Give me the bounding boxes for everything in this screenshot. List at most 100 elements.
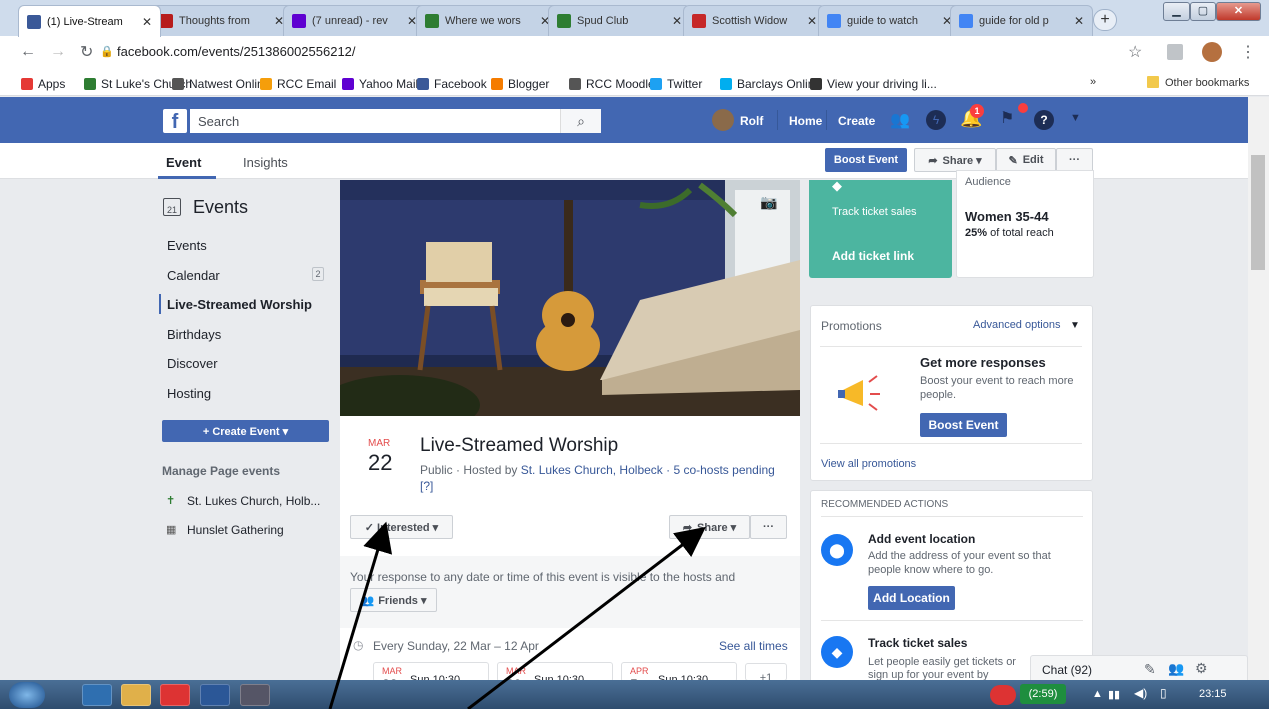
facebook-logo[interactable]: f: [163, 109, 187, 133]
bookmark-item[interactable]: Natwest Online: [172, 77, 270, 91]
page-hunslet-gathering[interactable]: Hunslet Gathering: [187, 523, 284, 537]
add-ticket-link[interactable]: Add ticket link: [832, 249, 914, 263]
create-link[interactable]: Create: [838, 114, 875, 128]
bookmark-item[interactable]: Apps: [21, 77, 65, 91]
home-link[interactable]: Home: [789, 114, 822, 128]
user-avatar[interactable]: [712, 109, 734, 131]
page-st-lukes[interactable]: St. Lukes Church, Holb...: [187, 494, 320, 508]
bookmark-item[interactable]: Twitter: [650, 77, 702, 91]
forward-icon[interactable]: →: [50, 43, 66, 61]
event-cover-photo[interactable]: 📷: [340, 180, 800, 416]
browser-tab[interactable]: Thoughts from ✕: [150, 5, 293, 36]
url-field[interactable]: facebook.com/events/251386002556212/: [117, 44, 356, 59]
bookmark-item[interactable]: Yahoo Mail: [342, 77, 418, 91]
browser-tab[interactable]: Where we wors ✕: [416, 5, 559, 36]
reload-icon[interactable]: ↻: [80, 42, 93, 62]
friends-audience-button[interactable]: 👥 Friends ▾: [350, 588, 437, 612]
see-all-times-link[interactable]: See all times: [719, 639, 788, 653]
profile-link[interactable]: Rolf: [740, 114, 763, 128]
help-icon[interactable]: ?: [1034, 110, 1054, 130]
close-tab-icon[interactable]: ✕: [142, 15, 152, 29]
bookmark-item[interactable]: Barclays Online: [720, 77, 821, 91]
browser-tab[interactable]: Scottish Widow ✕: [683, 5, 826, 36]
date-option-card[interactable]: MAR29Sun 10:30: [497, 662, 613, 682]
left-nav-calendar[interactable]: Calendar: [167, 268, 220, 283]
bookmark-item[interactable]: Blogger: [491, 77, 549, 91]
boost-event-button[interactable]: Boost Event: [825, 148, 907, 172]
view-all-promotions-link[interactable]: View all promotions: [821, 458, 916, 470]
friend-requests-icon[interactable]: 👥: [890, 110, 910, 130]
event-more-button[interactable]: ···: [750, 515, 787, 539]
date-option-card[interactable]: MAR22Sun 10:30: [373, 662, 489, 682]
scrollbar-thumb[interactable]: [1251, 155, 1265, 270]
add-location-body: Add the address of your event so that pe…: [868, 550, 1051, 576]
new-message-icon[interactable]: ✎: [1144, 661, 1156, 678]
bookmark-star-icon[interactable]: ☆: [1128, 42, 1142, 62]
create-event-button[interactable]: + Create Event ▾: [162, 420, 329, 442]
left-nav-discover[interactable]: Discover: [167, 356, 218, 371]
left-nav-events[interactable]: Events: [167, 238, 207, 253]
left-nav-hosting[interactable]: Hosting: [167, 386, 211, 401]
close-tab-icon[interactable]: ✕: [1074, 14, 1084, 28]
promo-boost-button[interactable]: Boost Event: [920, 413, 1007, 437]
share-button[interactable]: ➦ Share ▾: [914, 148, 996, 172]
ticket-card[interactable]: [809, 180, 952, 278]
battery-time[interactable]: (2:59): [1020, 684, 1066, 704]
bookmark-item[interactable]: RCC Email: [260, 77, 336, 91]
back-icon[interactable]: ←: [20, 43, 36, 61]
other-bookmarks[interactable]: Other bookmarks: [1165, 77, 1249, 89]
taskbar-app-icon[interactable]: [240, 684, 270, 706]
signal-icon[interactable]: ▮▮: [1108, 688, 1120, 701]
search-icon[interactable]: ⌕: [560, 109, 601, 133]
chat-settings-icon[interactable]: ⚙: [1195, 660, 1208, 677]
advanced-options-link[interactable]: Advanced options: [973, 319, 1060, 331]
add-location-button[interactable]: Add Location: [868, 586, 955, 610]
minimize-button[interactable]: ▁: [1163, 2, 1190, 21]
start-button[interactable]: [9, 682, 45, 708]
more-dates-chip[interactable]: +1: [745, 663, 787, 684]
browser-tab[interactable]: (1) Live-Stream ✕: [18, 5, 161, 37]
bookmark-item[interactable]: RCC Moodle: [569, 77, 655, 91]
more-options-button[interactable]: ···: [1056, 148, 1093, 172]
volume-icon[interactable]: ◀): [1134, 686, 1147, 700]
menu-kebab-icon[interactable]: ⋮: [1240, 42, 1256, 62]
tab-insights[interactable]: Insights: [243, 155, 288, 170]
advanced-options-dropdown-icon[interactable]: ▼: [1070, 320, 1080, 331]
browser-tab[interactable]: Spud Club ✕: [548, 5, 691, 36]
shortcuts-icon[interactable]: ⚑: [1000, 108, 1014, 128]
messenger-icon[interactable]: ϟ: [926, 110, 946, 130]
taskbar-outlook-icon[interactable]: [82, 684, 112, 706]
bookmark-item[interactable]: View your driving li...: [810, 77, 937, 91]
tray-alert-icon[interactable]: [990, 685, 1016, 705]
left-nav-live-streamed-worship[interactable]: Live-Streamed Worship: [167, 297, 312, 312]
taskbar-explorer-icon[interactable]: [121, 684, 151, 706]
new-tab-button[interactable]: +: [1093, 9, 1117, 31]
maximize-button[interactable]: ▢: [1190, 2, 1216, 21]
close-tab-icon[interactable]: ✕: [807, 14, 817, 28]
bookmark-item[interactable]: Facebook: [417, 77, 487, 91]
tray-arrow-icon[interactable]: ▲: [1092, 688, 1103, 700]
create-group-icon[interactable]: 👥: [1168, 661, 1184, 677]
profile-avatar[interactable]: [1202, 42, 1222, 62]
close-window-button[interactable]: ✕: [1216, 2, 1261, 21]
browser-tab[interactable]: guide for old p ✕: [950, 5, 1093, 36]
bookmarks-overflow[interactable]: »: [1090, 76, 1096, 88]
account-dropdown-icon[interactable]: ▼: [1070, 112, 1081, 124]
edit-button[interactable]: ✎ Edit: [996, 148, 1056, 172]
extension-icon[interactable]: [1167, 44, 1183, 60]
taskbar-word-icon[interactable]: [200, 684, 230, 706]
promotions-title: Promotions: [821, 319, 882, 333]
search-input[interactable]: Search: [190, 109, 601, 133]
event-share-button[interactable]: ➦ Share ▾: [669, 515, 750, 539]
browser-tab[interactable]: guide to watch ✕: [818, 5, 961, 36]
interested-button[interactable]: ✓ Interested ▾: [350, 515, 453, 539]
battery-icon[interactable]: ▯: [1160, 686, 1167, 700]
tab-event[interactable]: Event: [166, 155, 201, 170]
share-arrow-icon: ➦: [928, 154, 938, 167]
close-tab-icon[interactable]: ✕: [672, 14, 682, 28]
browser-tab[interactable]: (7 unread) - rev ✕: [283, 5, 426, 36]
camera-icon[interactable]: 📷: [760, 194, 777, 211]
date-option-card[interactable]: APR5Sun 10:30: [621, 662, 737, 682]
left-nav-birthdays[interactable]: Birthdays: [167, 327, 221, 342]
taskbar-chrome-icon[interactable]: [160, 684, 190, 706]
